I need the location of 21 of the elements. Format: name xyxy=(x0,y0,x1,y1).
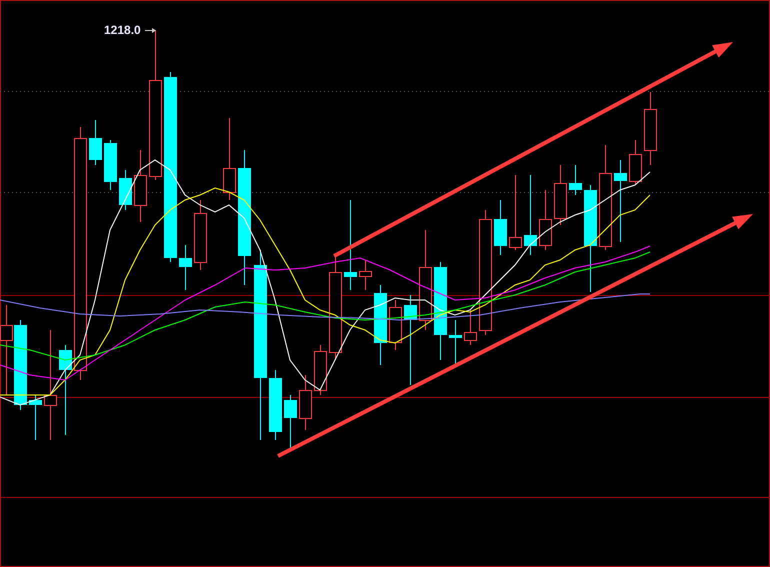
rising-candlestick xyxy=(539,190,552,250)
rising-candlestick xyxy=(314,344,327,396)
falling-candlestick xyxy=(449,320,462,366)
falling-candlestick xyxy=(284,394,297,448)
rising-candlestick xyxy=(194,200,207,270)
falling-candlestick xyxy=(119,170,132,210)
rising-candlestick xyxy=(629,140,642,186)
rising-candlestick xyxy=(554,164,567,226)
falling-candlestick xyxy=(89,120,102,166)
rising-candlestick xyxy=(464,310,477,346)
falling-candlestick xyxy=(269,370,282,440)
peak-price-label: 1218.0 xyxy=(104,23,141,37)
falling-candlestick xyxy=(104,140,117,190)
falling-candlestick xyxy=(179,244,192,290)
rising-candlestick xyxy=(389,300,402,350)
falling-candlestick xyxy=(29,394,42,440)
rising-candlestick xyxy=(299,374,312,430)
falling-candlestick xyxy=(494,200,507,256)
falling-candlestick xyxy=(569,164,582,196)
rising-candlestick xyxy=(359,260,372,290)
arrow-icon xyxy=(144,28,156,33)
